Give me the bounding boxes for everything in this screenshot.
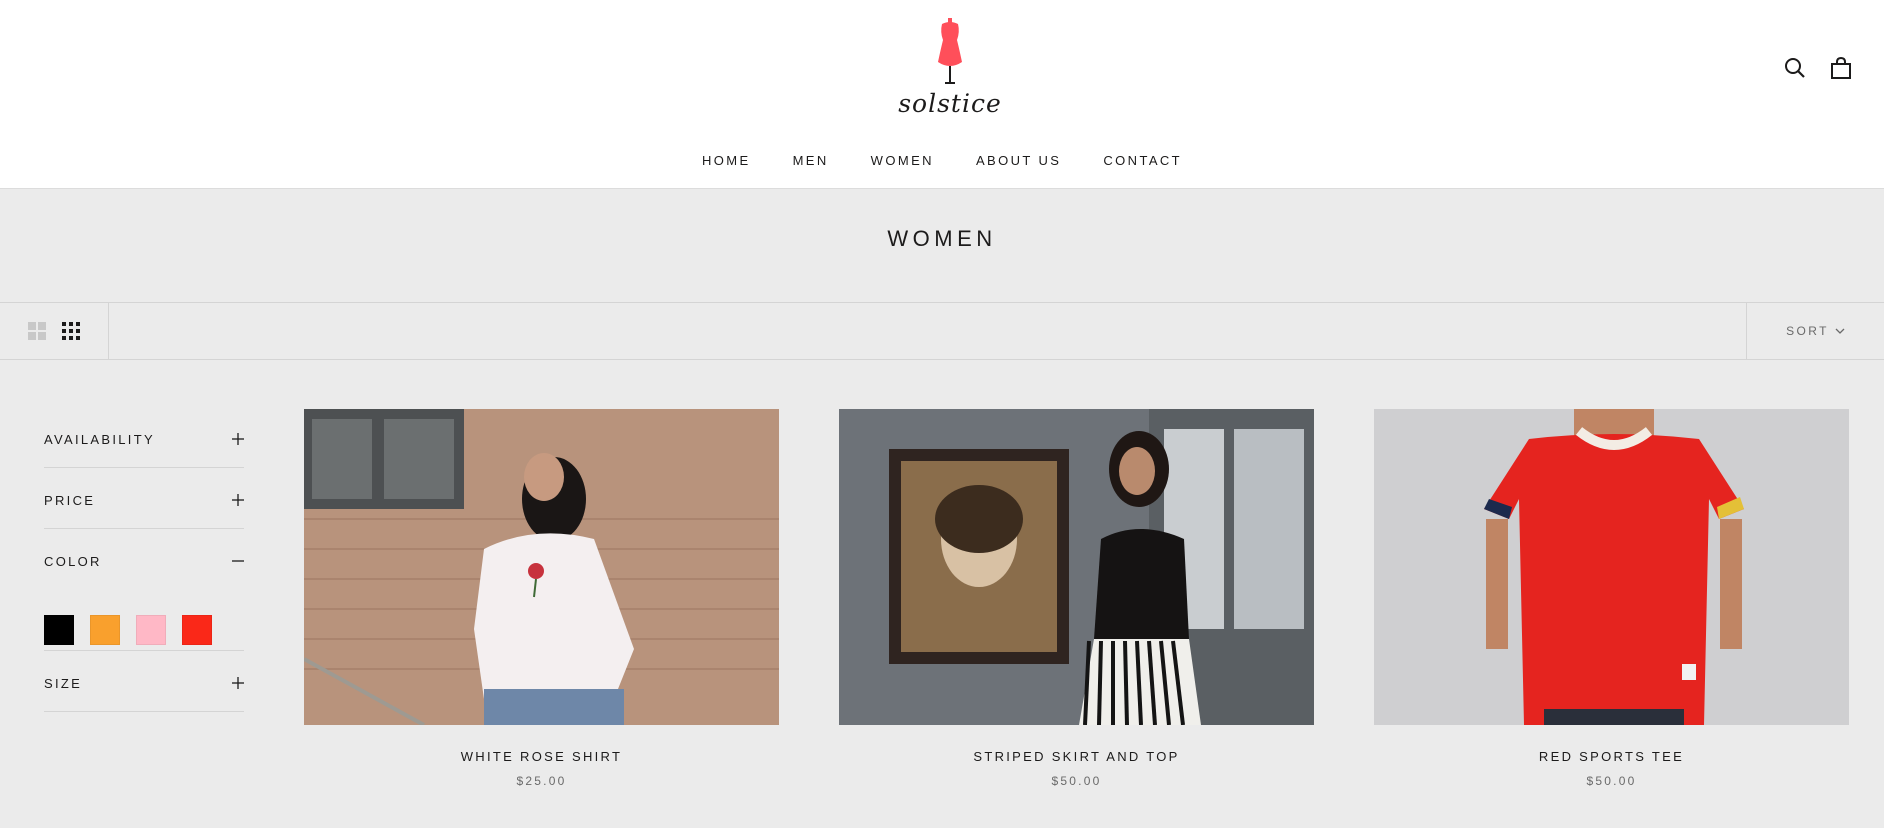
filter-size: SIZE — [44, 651, 244, 712]
nav-item-contact[interactable]: CONTACT — [1103, 153, 1182, 168]
chevron-down-icon — [1835, 328, 1845, 334]
nav-item-women[interactable]: WOMEN — [871, 153, 934, 168]
plus-icon — [232, 433, 244, 445]
product-price: $50.00 — [1586, 774, 1637, 788]
nav-item-about-us[interactable]: ABOUT US — [976, 153, 1061, 168]
plus-icon — [232, 494, 244, 506]
filter-toggle-price[interactable]: PRICE — [44, 492, 244, 508]
grid-small-icon[interactable] — [61, 321, 81, 341]
color-swatch-pink[interactable] — [136, 615, 166, 645]
site-header: solstice HOME MEN WOMEN ABOUT US CONTACT — [0, 0, 1884, 189]
filter-toggle-availability[interactable]: AVAILABILITY — [44, 431, 244, 447]
filter-availability: AVAILABILITY — [44, 407, 244, 468]
dress-form-icon — [938, 18, 962, 84]
plus-icon — [232, 677, 244, 689]
brand-logo[interactable]: solstice — [890, 18, 1010, 120]
color-swatch-orange[interactable] — [90, 615, 120, 645]
filter-title: SIZE — [44, 675, 83, 691]
filter-title: AVAILABILITY — [44, 431, 155, 447]
product-title[interactable]: WHITE ROSE SHIRT — [304, 749, 779, 764]
search-icon[interactable] — [1784, 56, 1806, 80]
collection-header: WOMEN — [0, 190, 1884, 302]
layout-switch — [0, 303, 109, 359]
cart-icon[interactable] — [1830, 56, 1852, 80]
minus-icon — [232, 560, 244, 562]
sort-button[interactable]: SORT — [1746, 303, 1884, 359]
filter-color: COLOR — [44, 529, 244, 651]
product-image[interactable] — [839, 409, 1314, 725]
page-title: WOMEN — [887, 226, 997, 251]
product-card: WHITE ROSE SHIRT $25.00 — [304, 409, 779, 788]
product-card: RED SPORTS TEE $50.00 — [1374, 409, 1849, 788]
product-title[interactable]: STRIPED SKIRT AND TOP — [839, 749, 1314, 764]
collection-toolbar: SORT — [0, 302, 1884, 360]
nav-item-men[interactable]: MEN — [793, 153, 829, 168]
filter-title: COLOR — [44, 553, 102, 569]
brand-name: solstice — [898, 89, 1002, 118]
product-image[interactable] — [304, 409, 779, 725]
grid-large-icon[interactable] — [27, 321, 47, 341]
filter-toggle-size[interactable]: SIZE — [44, 675, 244, 691]
sort-label: SORT — [1786, 324, 1829, 338]
product-title[interactable]: RED SPORTS TEE — [1374, 749, 1849, 764]
product-image[interactable] — [1374, 409, 1849, 725]
product-card: STRIPED SKIRT AND TOP $50.00 — [839, 409, 1314, 788]
filters-sidebar: AVAILABILITY PRICE COLOR SIZE — [44, 407, 244, 712]
main-nav: HOME MEN WOMEN ABOUT US CONTACT — [0, 153, 1884, 168]
filter-title: PRICE — [44, 492, 96, 508]
color-swatch-black[interactable] — [44, 615, 74, 645]
product-price: $50.00 — [1051, 774, 1102, 788]
filter-price: PRICE — [44, 468, 244, 529]
nav-item-home[interactable]: HOME — [702, 153, 751, 168]
color-swatches — [44, 615, 212, 645]
filter-toggle-color[interactable]: COLOR — [44, 553, 244, 569]
color-swatch-red[interactable] — [182, 615, 212, 645]
product-price: $25.00 — [516, 774, 567, 788]
